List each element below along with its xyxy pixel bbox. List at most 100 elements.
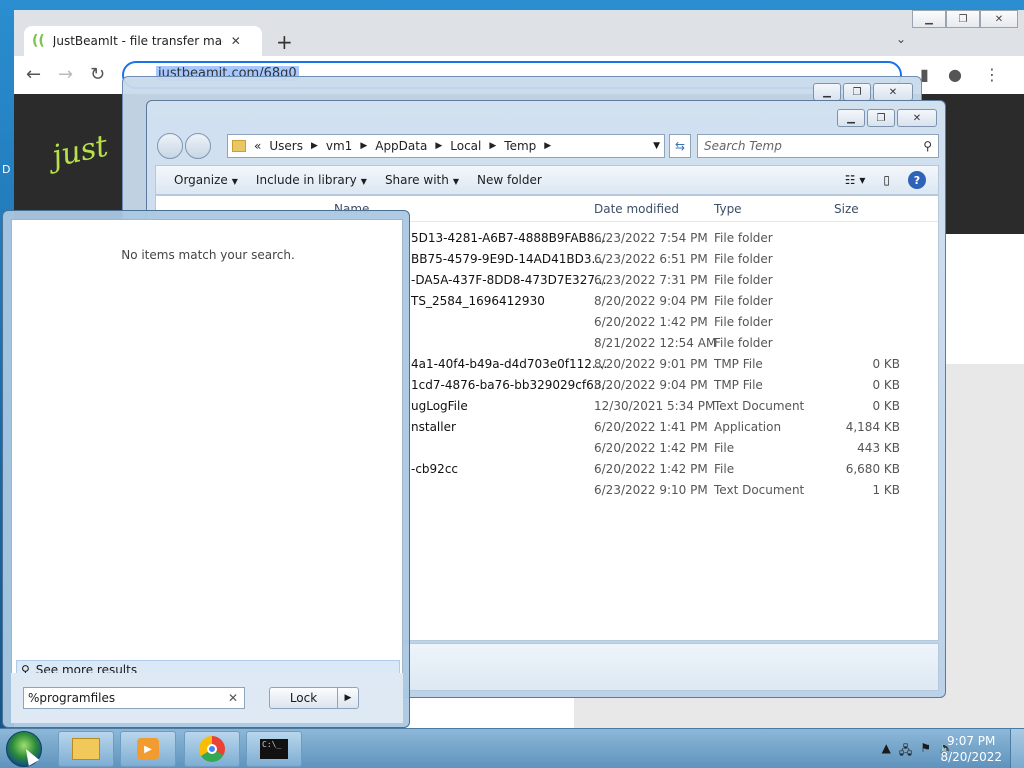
browser-tab[interactable]: (( JustBeamIt - file transfer made ea ✕ <box>24 26 262 56</box>
folder-icon <box>72 738 100 760</box>
chrome-icon <box>199 736 225 762</box>
action-center-icon[interactable]: ⚑ <box>920 741 931 762</box>
tab-close-icon[interactable]: ✕ <box>231 34 241 48</box>
lock-label[interactable]: Lock <box>270 688 338 708</box>
file-name: -cb92cc <box>411 462 459 476</box>
clear-search-icon[interactable]: ✕ <box>228 691 238 705</box>
breadcrumb-arrow-icon[interactable]: ▶ <box>311 141 318 151</box>
share-with-button[interactable]: Share with ▼ <box>385 173 459 187</box>
media-player-icon: ▶ <box>137 738 159 760</box>
desktop-edge-text: D <box>2 163 11 176</box>
breadcrumb-users[interactable]: Users <box>269 139 303 153</box>
minimize-button[interactable]: ▁ <box>813 83 841 101</box>
file-date-modified: 8/20/2022 9:04 PM <box>594 378 708 392</box>
file-name: TS_2584_1696412930 <box>411 294 545 308</box>
search-input[interactable]: Search Temp ⚲ <box>697 134 939 158</box>
file-name: -DA5A-437F-8DD8-473D7E327... <box>411 273 607 287</box>
file-type: File folder <box>714 252 773 266</box>
file-type: File <box>714 462 735 476</box>
file-type: Application <box>714 420 782 434</box>
start-search-input[interactable]: %programfiles ✕ <box>23 687 245 709</box>
search-icon[interactable]: ⚲ <box>923 139 932 153</box>
file-type: File <box>714 441 735 455</box>
file-type: File folder <box>714 315 773 329</box>
organize-button[interactable]: Organize ▼ <box>174 173 238 187</box>
back-button[interactable] <box>157 133 183 159</box>
taskbar-media-player-button[interactable]: ▶ <box>120 731 176 767</box>
close-button[interactable]: ✕ <box>873 83 913 101</box>
taskbar-chrome-button[interactable] <box>184 731 240 767</box>
maximize-button[interactable]: ❐ <box>867 109 895 127</box>
taskbar-cmd-button[interactable]: C:\_ <box>246 731 302 767</box>
command-prompt-icon: C:\_ <box>260 739 288 759</box>
file-type: File folder <box>714 273 773 287</box>
breadcrumb-arrow-icon[interactable]: ▶ <box>544 141 551 151</box>
start-menu: No items match your search. ⚲ See more r… <box>2 210 410 728</box>
start-menu-results: No items match your search. ⚲ See more r… <box>11 219 403 723</box>
back-arrow-icon[interactable]: ← <box>26 64 41 85</box>
file-date-modified: 6/20/2022 1:41 PM <box>594 420 708 434</box>
breadcrumb-temp[interactable]: Temp <box>504 139 536 153</box>
address-breadcrumb[interactable]: « Users ▶ vm1 ▶ AppData ▶ Local ▶ Temp ▶… <box>227 134 665 158</box>
help-icon[interactable]: ? <box>908 171 926 189</box>
file-date-modified: 8/20/2022 9:04 PM <box>594 294 708 308</box>
file-date-modified: 6/23/2022 9:10 PM <box>594 483 708 497</box>
breadcrumb-vm1[interactable]: vm1 <box>326 139 352 153</box>
include-in-library-button[interactable]: Include in library ▼ <box>256 173 367 187</box>
close-button[interactable]: ✕ <box>897 109 937 127</box>
tray-expand-icon[interactable]: ▲ <box>882 741 891 762</box>
preview-pane-icon[interactable]: ▯ <box>883 173 890 187</box>
reload-icon[interactable]: ↻ <box>90 64 105 85</box>
file-size: 4,184 KB <box>845 420 900 434</box>
taskbar: ▶ C:\_ ▲ 🖧 ⚑ 🔈 9:07 PM 8/20/2022 <box>0 728 1024 768</box>
power-options-arrow-icon[interactable]: ▶ <box>338 688 358 708</box>
back-forward-buttons <box>157 133 221 159</box>
maximize-button[interactable]: ❐ <box>843 83 871 101</box>
file-type: File folder <box>714 294 773 308</box>
file-size: 0 KB <box>872 357 900 371</box>
file-name: 4a1-40f4-b49a-d4d703e0f112.... <box>411 357 608 371</box>
column-size-header[interactable]: Size <box>834 202 859 216</box>
breadcrumb-appdata[interactable]: AppData <box>375 139 427 153</box>
window-controls: ▁ ❐ ✕ <box>837 109 937 127</box>
file-type: TMP File <box>714 378 763 392</box>
file-type: TMP File <box>714 357 763 371</box>
taskbar-explorer-button[interactable] <box>58 731 114 767</box>
file-size: 443 KB <box>857 441 900 455</box>
menu-kebab-icon[interactable]: ⋮ <box>984 65 1000 84</box>
window-controls: ▁ ❐ ✕ <box>813 83 913 101</box>
file-type: File folder <box>714 231 773 245</box>
file-size: 6,680 KB <box>845 462 900 476</box>
breadcrumb-local[interactable]: Local <box>450 139 481 153</box>
start-search-value[interactable]: %programfiles <box>28 691 115 705</box>
column-type-header[interactable]: Type <box>714 202 742 216</box>
minimize-button[interactable]: ▁ <box>912 10 946 28</box>
refresh-icon[interactable]: ⇆ <box>669 134 691 158</box>
minimize-button[interactable]: ▁ <box>837 109 865 127</box>
lock-button[interactable]: Lock ▶ <box>269 687 359 709</box>
show-desktop-button[interactable] <box>1010 729 1024 768</box>
breadcrumb-prefix[interactable]: « <box>254 139 261 153</box>
maximize-button[interactable]: ❐ <box>946 10 980 28</box>
breadcrumb-arrow-icon[interactable]: ▶ <box>435 141 442 151</box>
file-date-modified: 8/21/2022 12:54 AM <box>594 336 717 350</box>
view-options-icon[interactable]: ☷ ▾ <box>845 173 866 187</box>
profile-avatar-icon[interactable]: ● <box>948 65 962 84</box>
network-icon[interactable]: 🖧 <box>899 741 912 762</box>
folder-icon <box>232 140 246 152</box>
new-folder-button[interactable]: New folder <box>477 173 542 187</box>
column-date-header[interactable]: Date modified <box>594 202 679 216</box>
clock-time: 9:07 PM <box>947 734 996 748</box>
breadcrumb-arrow-icon[interactable]: ▶ <box>489 141 496 151</box>
forward-button[interactable] <box>185 133 211 159</box>
tab-search-chevron-icon[interactable]: ⌄ <box>896 32 906 46</box>
new-tab-button[interactable]: + <box>276 30 293 54</box>
address-dropdown-icon[interactable]: ▼ <box>653 141 660 151</box>
clock[interactable]: 9:07 PM 8/20/2022 <box>940 733 1002 765</box>
file-date-modified: 12/30/2021 5:34 PM <box>594 399 716 413</box>
breadcrumb-arrow-icon[interactable]: ▶ <box>360 141 367 151</box>
file-size: 0 KB <box>872 378 900 392</box>
forward-arrow-icon[interactable]: → <box>58 64 73 85</box>
file-type: Text Document <box>714 483 805 497</box>
close-button[interactable]: ✕ <box>980 10 1018 28</box>
